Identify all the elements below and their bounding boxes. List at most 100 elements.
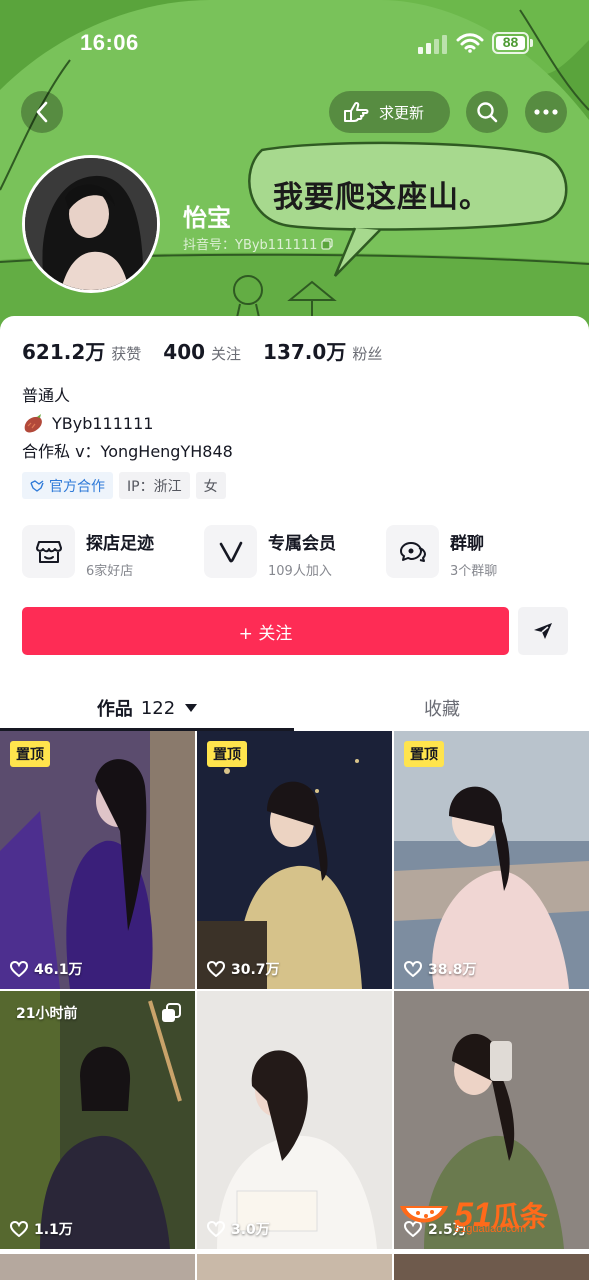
more-button[interactable] <box>525 91 567 133</box>
like-count-text: 38.8万 <box>428 962 477 978</box>
video-thumbnail <box>0 991 195 1249</box>
like-count: 1.1万 <box>10 1219 73 1239</box>
service-title: 探店足迹 <box>86 534 154 554</box>
service-group-chats[interactable]: 群聊 3个群聊 <box>386 525 568 581</box>
pinned-badge: 置顶 <box>10 741 50 767</box>
video-tile[interactable]: 置顶 38.8万 <box>394 731 589 989</box>
request-update-label: 求更新 <box>379 103 425 122</box>
like-count: 38.8万 <box>404 959 477 979</box>
tab-works-label: 作品 <box>96 699 133 720</box>
tab-works-count: 122 <box>140 697 176 719</box>
pinned-badge: 置顶 <box>404 741 444 767</box>
more-dots-icon <box>534 109 558 115</box>
search-button[interactable] <box>466 91 508 133</box>
store-icon <box>22 525 75 578</box>
like-count-text: 30.7万 <box>231 962 280 978</box>
tab-works[interactable]: 作品 122 <box>0 686 294 730</box>
sweet-potato-icon <box>24 414 42 433</box>
service-subtitle: 6家好店 <box>86 564 134 579</box>
avatar[interactable] <box>22 155 160 293</box>
follow-button[interactable]: + 关注 <box>22 607 509 655</box>
service-subtitle: 109人加入 <box>268 564 332 579</box>
profile-stats: 621.2万 获赞 400 关注 137.0万 粉丝 <box>22 336 404 365</box>
back-button[interactable] <box>21 91 63 133</box>
tab-favorites[interactable]: 收藏 <box>295 686 589 730</box>
cellular-signal-icon <box>418 35 447 54</box>
heart-outline-icon <box>10 961 28 977</box>
profile-banner: 16:06 88 求更新 我要爬这座山。 怡宝 抖音号：YByb111111 <box>0 0 589 340</box>
service-subtitle: 3个群聊 <box>450 564 498 579</box>
avatar-photo <box>25 158 157 290</box>
content-tabs: 作品 122 收藏 <box>0 686 589 731</box>
video-tile[interactable]: 3.0万 <box>197 991 392 1249</box>
like-count-text: 1.1万 <box>34 1222 73 1238</box>
service-entries: 探店足迹 6家好店 专属会员 109人加入 群聊 3个群聊 <box>22 525 568 581</box>
stat-value: 621.2万 <box>22 340 106 364</box>
status-time: 16:06 <box>80 30 139 55</box>
service-store-visits[interactable]: 探店足迹 6家好店 <box>22 525 204 581</box>
status-bar: 16:06 88 <box>0 0 589 88</box>
request-update-button[interactable]: 求更新 <box>329 91 450 133</box>
copy-icon[interactable] <box>321 237 334 250</box>
bio-line: 合作私 v：YongHengYH848 <box>22 442 233 461</box>
video-thumbnail <box>394 731 589 989</box>
heart-outline-icon <box>207 1221 225 1237</box>
handshake-icon <box>30 479 44 492</box>
group-chat-icon <box>386 525 439 578</box>
like-count: 30.7万 <box>207 959 280 979</box>
stat-value: 137.0万 <box>263 340 347 364</box>
douyin-id-text: 抖音号：YByb111111 <box>183 238 318 253</box>
bio-line: 普通人 <box>22 386 71 405</box>
site-watermark: 51 瓜条 51guatiao.com <box>398 1190 578 1240</box>
search-icon <box>477 102 498 123</box>
heart-outline-icon <box>404 961 422 977</box>
stat-likes: 621.2万 获赞 <box>22 336 141 365</box>
stat-label: 关注 <box>211 345 242 363</box>
video-tile[interactable]: 置顶 30.7万 <box>197 731 392 989</box>
video-tile[interactable]: 置顶 46.1万 <box>0 731 195 989</box>
video-thumbnail <box>197 731 392 989</box>
stat-followers[interactable]: 137.0万 粉丝 <box>263 336 382 365</box>
profile-nickname: 怡宝 <box>183 204 231 232</box>
stat-following[interactable]: 400 关注 <box>163 340 241 364</box>
watermark-url: 51guatiao.com <box>454 1223 527 1235</box>
service-title: 专属会员 <box>268 534 336 554</box>
video-thumbnail <box>197 991 392 1249</box>
stat-value: 400 <box>163 340 206 364</box>
bio-id-text: YByb111111 <box>52 414 154 433</box>
caret-down-icon <box>185 704 198 712</box>
like-count-text: 46.1万 <box>34 962 83 978</box>
service-vip-members[interactable]: 专属会员 109人加入 <box>204 525 386 581</box>
bio-line-with-icon: YByb111111 <box>22 410 233 438</box>
battery-level: 88 <box>502 34 519 50</box>
multi-image-icon <box>162 1003 181 1022</box>
profile-bio: 普通人 YByb111111 合作私 v：YongHengYH848 <box>22 382 233 466</box>
thumb-point-icon <box>344 101 369 122</box>
service-title: 群聊 <box>450 534 484 554</box>
stat-label: 获赞 <box>111 345 142 363</box>
vip-v-icon <box>204 525 257 578</box>
heart-outline-icon <box>10 1221 28 1237</box>
official-tag-label: 官方合作 <box>49 478 105 495</box>
stat-label: 粉丝 <box>352 345 383 363</box>
banner-bubble-text: 我要爬这座山。 <box>273 180 490 215</box>
profile-tags: 官方合作 IP：浙江 女 <box>22 472 232 499</box>
battery-icon: 88 <box>492 32 534 54</box>
chevron-left-icon <box>36 101 48 123</box>
melon-slice-icon <box>400 1206 448 1223</box>
official-cooperation-tag[interactable]: 官方合作 <box>22 472 113 499</box>
douyin-id[interactable]: 抖音号：YByb111111 <box>183 234 334 253</box>
send-arrow-icon <box>534 623 552 639</box>
ip-location-tag: IP：浙江 <box>119 472 190 499</box>
pinned-badge: 置顶 <box>207 741 247 767</box>
like-count: 3.0万 <box>207 1219 270 1239</box>
video-thumbnail <box>0 731 195 989</box>
share-button[interactable] <box>518 607 568 655</box>
like-count-text: 3.0万 <box>231 1222 270 1238</box>
heart-outline-icon <box>207 961 225 977</box>
video-grid-next-row <box>0 1254 589 1280</box>
gender-tag: 女 <box>195 472 226 499</box>
video-tile[interactable]: 21小时前 1.1万 <box>0 991 195 1249</box>
like-count: 46.1万 <box>10 959 83 979</box>
post-time: 21小时前 <box>16 1006 78 1022</box>
